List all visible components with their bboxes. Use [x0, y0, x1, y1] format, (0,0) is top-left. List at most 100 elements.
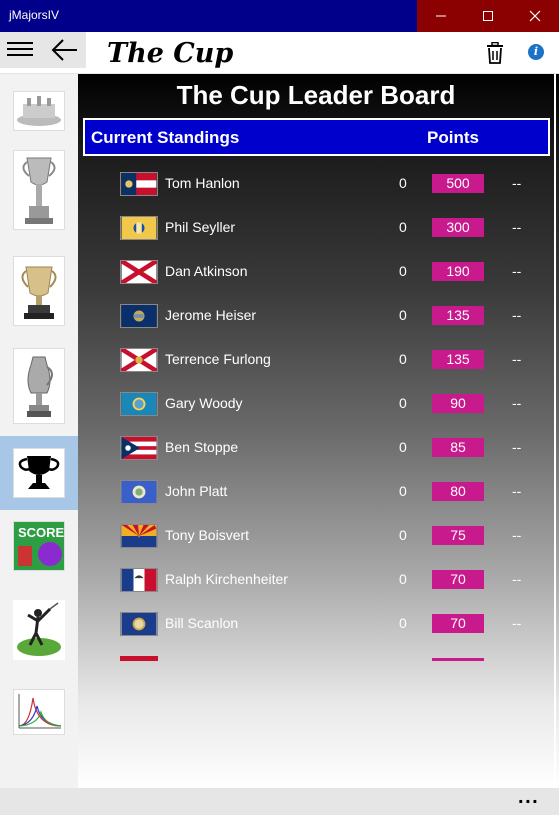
- claret-jug-icon: [13, 348, 65, 424]
- florida-flag-icon: [120, 348, 158, 372]
- info-icon[interactable]: i: [528, 44, 544, 60]
- player-change: --: [512, 351, 522, 367]
- alabama-flag-icon: [120, 260, 158, 284]
- close-button[interactable]: [511, 0, 558, 32]
- player-name: Bill Scanlon: [165, 615, 239, 631]
- player-points-badge: 190: [432, 262, 484, 281]
- player-score: 0: [399, 615, 407, 631]
- player-change: --: [512, 175, 522, 191]
- us-open-cup-icon: [13, 150, 65, 230]
- player-change: --: [512, 571, 522, 587]
- player-score: 0: [399, 263, 407, 279]
- minimize-button[interactable]: [417, 0, 464, 32]
- sidebar-item-score[interactable]: SCORE!: [0, 514, 78, 578]
- window-title: jMajorsIV: [9, 8, 60, 22]
- standings-header: Current Standings Points: [83, 118, 550, 156]
- sidebar: SCORE!: [0, 74, 78, 788]
- player-points-badge: 70: [432, 614, 484, 633]
- window-titlebar[interactable]: jMajorsIV: [0, 0, 559, 32]
- player-score: 0: [399, 483, 407, 499]
- window-controls: [417, 0, 559, 32]
- georgia-flag-icon: [120, 172, 158, 196]
- player-name: Ben Stoppe: [165, 439, 239, 455]
- trophy-silhouette-icon: [13, 448, 65, 498]
- player-points-badge: 135: [432, 350, 484, 369]
- more-options-button[interactable]: ...: [518, 788, 539, 807]
- standing-row[interactable]: Dan Atkinson 0 190 --: [78, 249, 554, 293]
- standing-row[interactable]: Tom Hanlon 0 500 --: [78, 161, 554, 205]
- ohio-flag-icon: [120, 436, 158, 460]
- player-name: Gary Woody: [165, 395, 243, 411]
- sidebar-item-us-open-cup[interactable]: [0, 148, 78, 232]
- pennsylvania-flag-icon: [120, 304, 158, 328]
- points-header-label: Points: [427, 128, 479, 147]
- player-points-badge: 75: [432, 526, 484, 545]
- standing-row-partial: [78, 645, 554, 661]
- player-name: Tom Hanlon: [165, 175, 240, 191]
- app-title: The Cup: [107, 38, 234, 69]
- sidebar-item-stats[interactable]: [0, 672, 78, 752]
- sidebar-item-silver-tray[interactable]: [0, 74, 78, 148]
- sidebar-item-the-cup[interactable]: [0, 436, 78, 510]
- new-jersey-flag-icon: [120, 216, 158, 240]
- player-change: --: [512, 615, 522, 631]
- leaderboard-panel: The Cup Leader Board Current Standings P…: [78, 74, 559, 788]
- standings-header-label: Current Standings: [91, 128, 240, 147]
- player-score: 0: [399, 175, 407, 191]
- player-points-badge: 300: [432, 218, 484, 237]
- sidebar-item-wanamaker[interactable]: [0, 246, 78, 336]
- bottom-app-bar: ...: [0, 788, 559, 815]
- iowa-flag-icon: [120, 568, 158, 592]
- partial-flag-icon: [120, 656, 158, 661]
- standing-row[interactable]: Gary Woody 0 90 --: [78, 381, 554, 425]
- player-name: Jerome Heiser: [165, 307, 257, 323]
- player-points-badge: 80: [432, 482, 484, 501]
- player-change: --: [512, 219, 522, 235]
- minnesota-flag-icon: [120, 480, 158, 504]
- player-points-badge: 135: [432, 306, 484, 325]
- sidebar-item-claret-jug[interactable]: [0, 344, 78, 428]
- maximize-icon: [482, 11, 493, 21]
- standing-row[interactable]: Tony Boisvert 0 75 --: [78, 513, 554, 557]
- standing-row[interactable]: Bill Scanlon 0 70 --: [78, 601, 554, 645]
- wanamaker-trophy-icon: [13, 256, 65, 326]
- standing-row[interactable]: John Platt 0 80 --: [78, 469, 554, 513]
- trash-icon[interactable]: [485, 42, 505, 64]
- player-change: --: [512, 263, 522, 279]
- partial-points-badge: [432, 658, 484, 661]
- sidebar-item-golfer[interactable]: [0, 592, 78, 668]
- player-points-badge: 70: [432, 570, 484, 589]
- arizona-flag-icon: [120, 524, 158, 548]
- svg-text:SCORE!: SCORE!: [18, 525, 64, 540]
- player-change: --: [512, 307, 522, 323]
- standing-row[interactable]: Phil Seyller 0 300 --: [78, 205, 554, 249]
- standing-row[interactable]: Jerome Heiser 0 135 --: [78, 293, 554, 337]
- player-change: --: [512, 483, 522, 499]
- golfer-swing-icon: [13, 600, 65, 660]
- silver-tray-trophy-icon: [13, 91, 65, 131]
- player-score: 0: [399, 571, 407, 587]
- maximize-button[interactable]: [464, 0, 511, 32]
- player-points-badge: 500: [432, 174, 484, 193]
- player-name: Dan Atkinson: [165, 263, 248, 279]
- standing-row[interactable]: Ralph Kirchenheiter 0 70 --: [78, 557, 554, 601]
- minimize-icon: [435, 15, 446, 17]
- back-arrow-icon[interactable]: [50, 35, 80, 65]
- player-name: Ralph Kirchenheiter: [165, 571, 288, 587]
- player-name: Tony Boisvert: [165, 527, 250, 543]
- scorecard-icon: SCORE!: [13, 521, 65, 571]
- standing-row[interactable]: Terrence Furlong 0 135 --: [78, 337, 554, 381]
- player-change: --: [512, 527, 522, 543]
- standing-row[interactable]: Ben Stoppe 0 85 --: [78, 425, 554, 469]
- app-window: jMajorsIV The Cup i SCORE! The Cup Leade…: [0, 0, 559, 815]
- player-score: 0: [399, 219, 407, 235]
- player-change: --: [512, 395, 522, 411]
- player-name: Terrence Furlong: [165, 351, 271, 367]
- player-name: John Platt: [165, 483, 228, 499]
- player-score: 0: [399, 439, 407, 455]
- nav-box: [0, 32, 86, 68]
- player-score: 0: [399, 395, 407, 411]
- player-points-badge: 90: [432, 394, 484, 413]
- hamburger-menu-button[interactable]: [7, 42, 33, 58]
- nebraska-flag-icon: [120, 612, 158, 636]
